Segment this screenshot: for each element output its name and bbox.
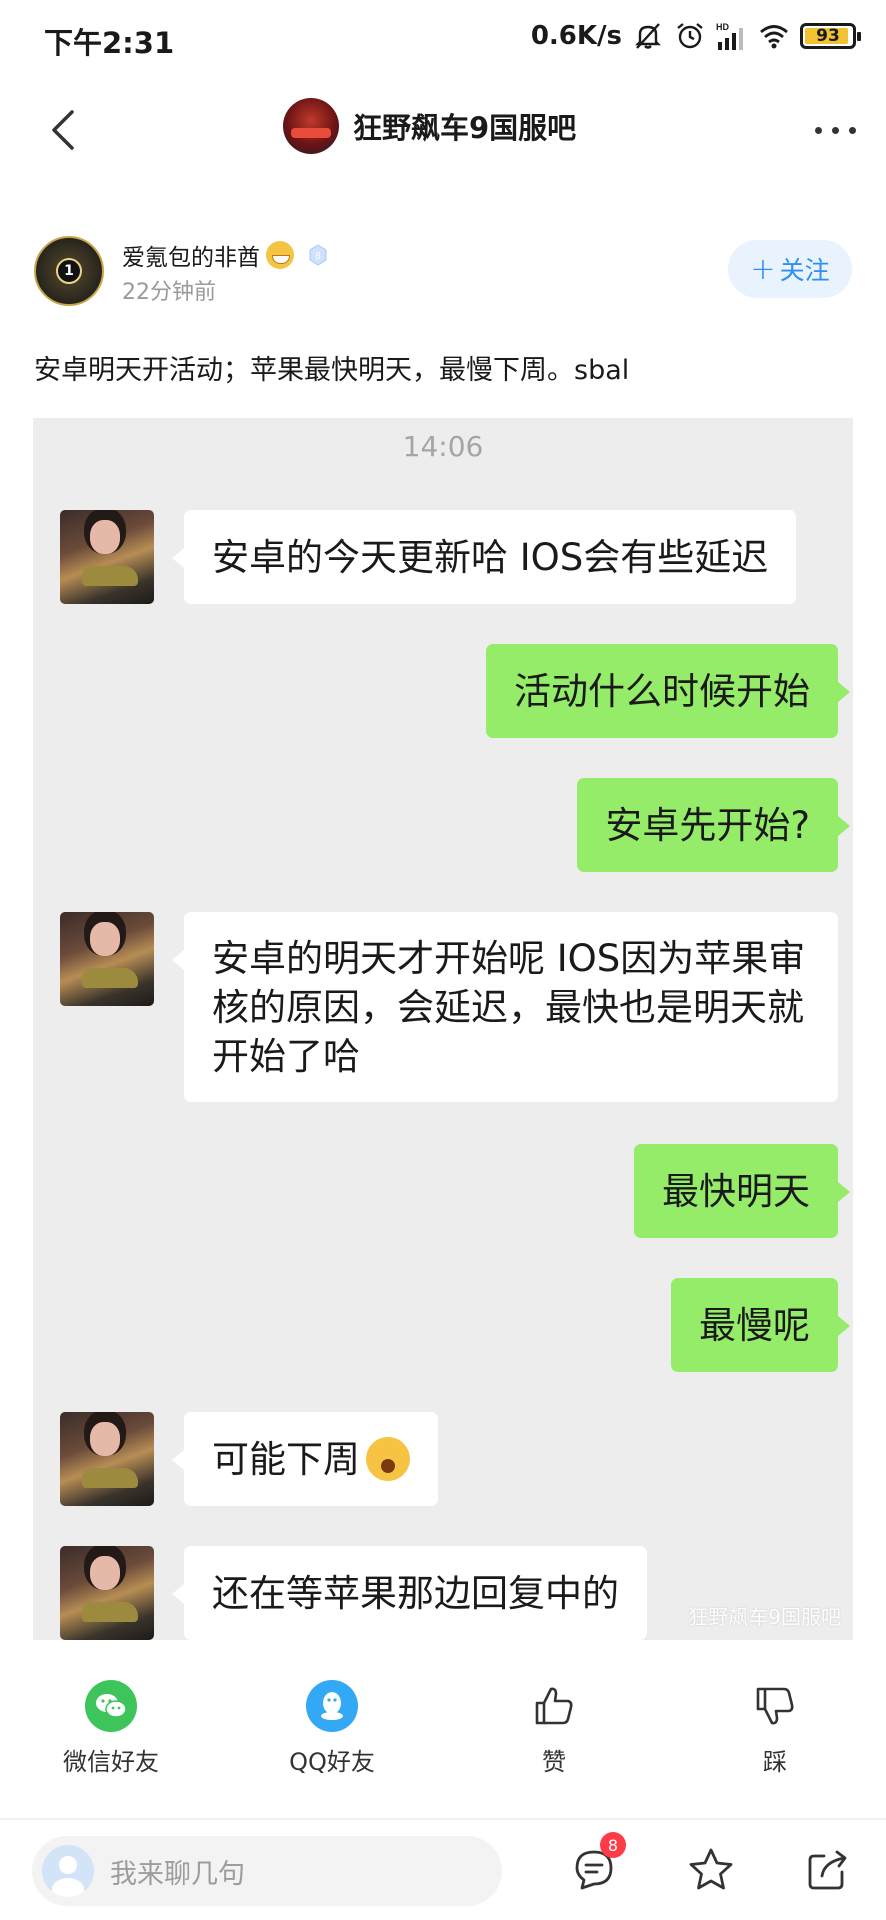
post-text: 安卓明天开活动；苹果最快明天，最慢下周。sbal	[34, 355, 630, 386]
star-icon	[689, 1848, 733, 1890]
back-button[interactable]	[40, 100, 90, 160]
chat-bubble-left: 还在等苹果那边回复中的	[172, 1546, 647, 1640]
qq-icon	[306, 1680, 358, 1732]
dislike-label: 踩	[763, 1748, 787, 1776]
post-time: 22分钟前	[122, 280, 216, 305]
like-label: 赞	[542, 1748, 566, 1776]
level-badge-icon: 8	[309, 244, 327, 266]
chat-bubble-left: 安卓的明天才开始呢 IOS因为苹果审核的原因，会延迟，最快也是明天就开始了哈	[172, 912, 838, 1102]
reply-input[interactable]: 我来聊几句	[32, 1836, 502, 1906]
post-image-chat-screenshot[interactable]: 14:06 安卓的今天更新哈 IOS会有些延迟 活动什么时候开始 安卓先开始? …	[33, 418, 853, 1640]
like-button[interactable]: 赞	[474, 1680, 634, 1777]
alarm-icon	[677, 23, 703, 49]
comments-button[interactable]: 8	[566, 1832, 626, 1898]
more-dot-icon	[815, 126, 822, 134]
author-info: 爱氪包的非酋 8	[122, 238, 330, 272]
dislike-button[interactable]: 踩	[695, 1680, 855, 1777]
status-time: 下午2:31	[44, 26, 175, 60]
author-avatar[interactable]: 1	[34, 236, 104, 306]
share-wechat-button[interactable]: 微信好友	[31, 1680, 191, 1777]
comment-count-badge: 8	[600, 1832, 626, 1858]
wechat-label: 微信好友	[63, 1748, 159, 1776]
network-speed: 0.6K/s	[530, 21, 622, 51]
thumbs-up-icon	[528, 1680, 580, 1732]
favorite-button[interactable]	[683, 1842, 739, 1898]
grin-emoji-icon	[266, 241, 294, 269]
battery-level: 93	[816, 26, 840, 46]
chat-bubble-right: 活动什么时候开始	[486, 644, 850, 738]
chat-bubble-right: 安卓先开始?	[577, 778, 850, 872]
forum-header[interactable]: 狂野飙车9国服吧	[283, 98, 576, 154]
chat-bubble-right: 最慢呢	[671, 1278, 850, 1372]
share-icon	[808, 1850, 847, 1890]
user-avatar-icon	[42, 1845, 94, 1897]
chat-avatar	[60, 510, 154, 604]
status-bar: 下午2:31 0.6K/s HD 93	[0, 0, 886, 80]
bottom-divider	[0, 1818, 886, 1820]
follow-label: 关注	[779, 256, 830, 285]
chat-bubble-text: 可能下周	[212, 1437, 360, 1481]
rank-badge-icon: 1	[56, 258, 82, 284]
svg-text:8: 8	[315, 251, 321, 262]
wifi-icon	[760, 25, 788, 49]
chat-bubble-left: 可能下周	[172, 1412, 438, 1506]
post-actions: 微信好友 QQ好友 赞 踩	[0, 1680, 886, 1790]
chat-timestamp: 14:06	[402, 430, 484, 463]
forum-name: 狂野飙车9国服吧	[353, 111, 577, 145]
yawn-emoji-icon	[366, 1437, 410, 1481]
follow-button[interactable]: + 关注	[728, 240, 852, 298]
share-button[interactable]	[800, 1842, 856, 1898]
qq-label: QQ好友	[289, 1748, 375, 1776]
more-options-button[interactable]	[815, 110, 856, 150]
more-dot-icon	[832, 126, 839, 134]
forum-avatar	[283, 98, 339, 154]
nav-bar: 狂野飙车9国服吧	[0, 90, 886, 170]
share-qq-button[interactable]: QQ好友	[252, 1680, 412, 1777]
chat-avatar	[60, 912, 154, 1006]
chat-bubble-right: 最快明天	[634, 1144, 850, 1238]
mute-bell-icon	[635, 23, 661, 49]
image-watermark: 狂野飙车9国服吧	[688, 1605, 841, 1629]
svg-text:HD: HD	[716, 22, 729, 32]
author-name[interactable]: 爱氪包的非酋	[122, 238, 260, 272]
chat-bubble-left: 安卓的今天更新哈 IOS会有些延迟	[171, 510, 797, 604]
chat-avatar	[60, 1546, 154, 1640]
thumbs-down-icon	[749, 1680, 801, 1732]
back-arrow-icon	[52, 110, 74, 150]
chat-avatar	[60, 1412, 154, 1506]
battery-icon: 93	[800, 23, 861, 49]
more-dot-icon	[849, 126, 856, 134]
status-icons: 0.6K/s HD 93	[530, 20, 861, 52]
reply-placeholder: 我来聊几句	[110, 1858, 245, 1890]
plus-icon: +	[750, 251, 776, 287]
hd-signal-icon: HD	[716, 22, 743, 50]
wechat-icon	[85, 1680, 137, 1732]
